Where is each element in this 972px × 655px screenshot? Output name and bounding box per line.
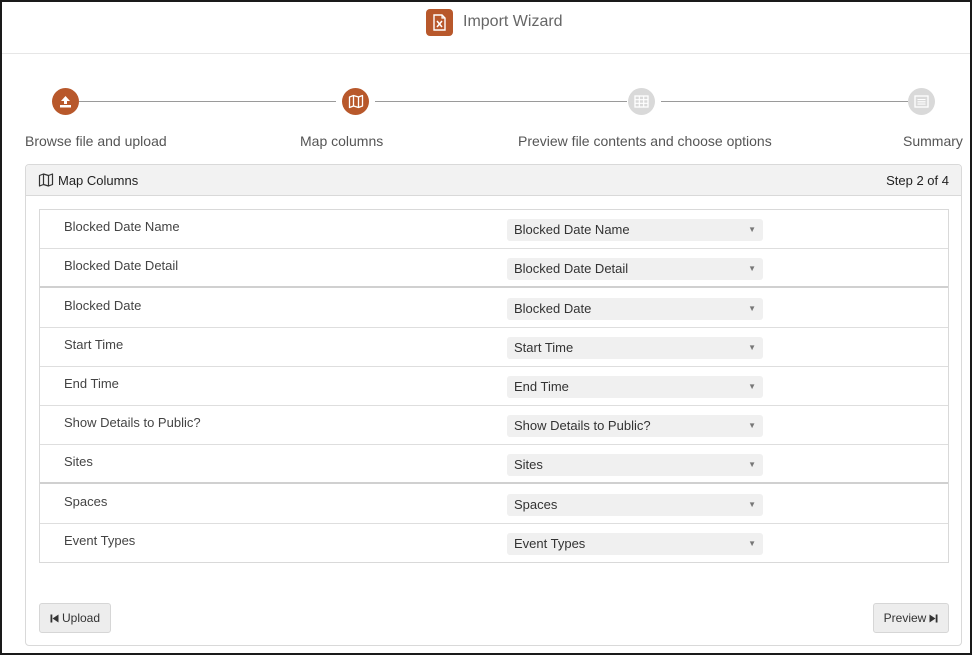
mapping-select[interactable]: Blocked Date Name ▼: [507, 219, 763, 241]
mapping-select[interactable]: Blocked Date Detail ▼: [507, 258, 763, 280]
mapping-label: Show Details to Public?: [64, 415, 201, 430]
mapping-select[interactable]: Show Details to Public? ▼: [507, 415, 763, 437]
step-connector: [79, 101, 336, 102]
chevron-down-icon: ▼: [748, 500, 756, 509]
step-3-label[interactable]: Preview file contents and choose options: [518, 133, 772, 149]
preview-button-label: Preview: [883, 611, 927, 625]
chevron-down-icon: ▼: [748, 343, 756, 352]
mapping-row: Start Time Start Time ▼: [40, 328, 948, 367]
mapping-row: Event Types Event Types ▼: [40, 524, 948, 563]
upload-button[interactable]: Upload: [39, 603, 111, 633]
wizard-header: Import Wizard: [2, 2, 970, 54]
step-3-circle[interactable]: [628, 88, 655, 115]
column-mapping-list: Blocked Date Name Blocked Date Name ▼ Bl…: [39, 209, 949, 563]
mapping-select-value: Blocked Date Detail: [514, 261, 629, 276]
mapping-label: Blocked Date Detail: [64, 258, 179, 273]
mapping-row: Blocked Date Detail Blocked Date Detail …: [40, 249, 948, 288]
mapping-select-value: Blocked Date Name: [514, 222, 630, 237]
map-icon: [348, 94, 363, 109]
mapping-select-value: Blocked Date: [514, 301, 592, 316]
mapping-select[interactable]: Event Types ▼: [507, 533, 763, 555]
chevron-down-icon: ▼: [748, 421, 756, 430]
chevron-down-icon: ▼: [748, 460, 756, 469]
chevron-down-icon: ▼: [748, 304, 756, 313]
step-4-label[interactable]: Summary: [903, 133, 963, 149]
preview-button[interactable]: Preview: [873, 603, 949, 633]
chevron-down-icon: ▼: [748, 539, 756, 548]
mapping-select-value: Show Details to Public?: [514, 418, 651, 433]
upload-button-label: Upload: [61, 611, 101, 625]
chevron-down-icon: ▼: [748, 225, 756, 234]
mapping-select[interactable]: End Time ▼: [507, 376, 763, 398]
mapping-select-value: Start Time: [514, 340, 574, 355]
panel-header: Map Columns Step 2 of 4: [26, 165, 961, 196]
mapping-select-value: Sites: [514, 457, 543, 472]
step-connector: [375, 101, 627, 102]
step-1-circle[interactable]: [52, 88, 79, 115]
mapping-row: Blocked Date Name Blocked Date Name ▼: [40, 210, 948, 249]
step-1-label[interactable]: Browse file and upload: [25, 133, 167, 149]
mapping-row: Blocked Date Blocked Date ▼: [40, 289, 948, 328]
mapping-row: Sites Sites ▼: [40, 445, 948, 484]
step-2-label[interactable]: Map columns: [300, 133, 383, 149]
mapping-label: Sites: [64, 454, 93, 469]
mapping-row: End Time End Time ▼: [40, 367, 948, 406]
mapping-select-value: Event Types: [514, 536, 586, 551]
wizard-steps: Browse file and upload Map columns Previ…: [2, 87, 970, 157]
mapping-select[interactable]: Start Time ▼: [507, 337, 763, 359]
mapping-select-value: Spaces: [514, 497, 558, 512]
skip-back-icon: [50, 614, 59, 622]
table-icon: [634, 95, 649, 108]
skip-forward-icon: [929, 614, 938, 622]
step-indicator: Step 2 of 4: [886, 173, 949, 188]
mapping-select[interactable]: Spaces ▼: [507, 494, 763, 516]
mapping-label: Blocked Date: [64, 298, 142, 313]
mapping-label: End Time: [64, 376, 119, 391]
map-icon: [38, 173, 54, 187]
mapping-select-value: End Time: [514, 379, 569, 394]
excel-file-icon: [426, 9, 453, 36]
mapping-select[interactable]: Blocked Date ▼: [507, 298, 763, 320]
mapping-label: Blocked Date Name: [64, 219, 180, 234]
step-connector: [661, 101, 908, 102]
step-2-circle[interactable]: [342, 88, 369, 115]
mapping-label: Event Types: [64, 533, 136, 548]
page-title: Import Wizard: [463, 13, 563, 30]
chevron-down-icon: ▼: [748, 382, 756, 391]
mapping-label: Start Time: [64, 337, 124, 352]
upload-icon: [60, 96, 71, 108]
step-4-circle[interactable]: [908, 88, 935, 115]
mapping-row: Show Details to Public? Show Details to …: [40, 406, 948, 445]
mapping-select[interactable]: Sites ▼: [507, 454, 763, 476]
summary-icon: [914, 95, 929, 108]
chevron-down-icon: ▼: [748, 264, 756, 273]
map-columns-panel: Map Columns Step 2 of 4 Blocked Date Nam…: [25, 164, 962, 646]
import-wizard-window: Import Wizard Browse file and upload Map…: [0, 0, 972, 655]
mapping-row: Spaces Spaces ▼: [40, 485, 948, 524]
mapping-label: Spaces: [64, 494, 108, 509]
panel-title: Map Columns: [58, 173, 139, 188]
